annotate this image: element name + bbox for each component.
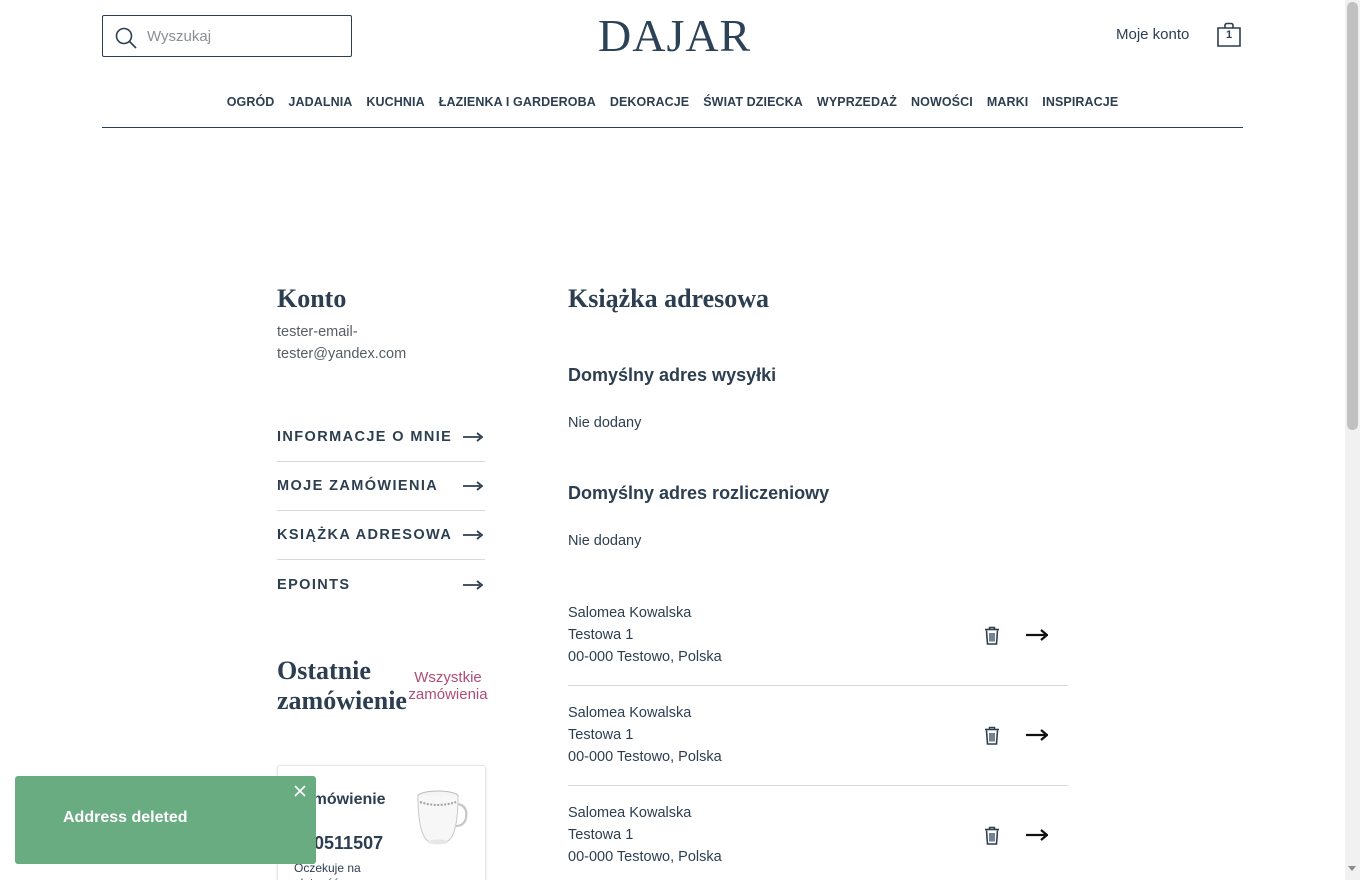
account-link[interactable]: Moje konto: [1116, 26, 1189, 43]
toast-notification: Address deleted: [15, 776, 316, 864]
arrow-right-icon: [463, 530, 483, 540]
address-list: Salomea Kowalska Testowa 1 00-000 Testow…: [568, 586, 1068, 880]
address-street: Testowa 1: [568, 827, 634, 843]
address-item: Salomea Kowalska Testowa 1 00-000 Testow…: [568, 586, 1068, 686]
default-billing-title: Domyślny adres rozliczeniowy: [568, 483, 830, 503]
address-item: Salomea Kowalska Testowa 1 00-000 Testow…: [568, 686, 1068, 786]
menu-item-my-orders[interactable]: MOJE ZAMÓWIENIA: [277, 462, 485, 511]
address-street: Testowa 1: [568, 727, 634, 743]
search-box[interactable]: [102, 15, 352, 57]
scroll-down-arrow-icon[interactable]: [1348, 866, 1356, 871]
menu-item-label: KSIĄŻKA ADRESOWA: [277, 527, 453, 543]
scrollbar-thumb[interactable]: [1347, 2, 1358, 430]
cart-count: 1: [1225, 29, 1233, 41]
address-item: Salomea Kowalska Testowa 1 00-000 Testow…: [568, 786, 1068, 880]
all-orders-link[interactable]: Wszystkie zamówienia: [404, 669, 492, 703]
sidebar-title: Konto: [277, 284, 347, 313]
arrow-right-icon[interactable]: [1026, 828, 1048, 842]
address-city: 00-000 Testowo, Polska: [568, 849, 722, 865]
address-name: Salomea Kowalska: [568, 605, 692, 621]
default-shipping-title: Domyślny adres wysyłki: [568, 365, 777, 385]
trash-icon[interactable]: [984, 626, 1000, 645]
nav-item-jadalnia[interactable]: JADALNIA: [288, 94, 352, 127]
nav-item-ogrod[interactable]: OGRÓD: [227, 94, 275, 127]
menu-item-label: EPOINTS: [277, 576, 351, 593]
menu-item-label: INFORMACJE O MNIE: [277, 429, 453, 445]
arrow-right-icon: [463, 432, 483, 442]
trash-icon[interactable]: [984, 726, 1000, 745]
menu-item-address-book[interactable]: KSIĄŻKA ADRESOWA: [277, 511, 485, 560]
search-input[interactable]: [147, 24, 343, 48]
nav-item-wyprzedaz[interactable]: WYPRZEDAŻ: [817, 94, 897, 127]
trash-icon[interactable]: [984, 826, 1000, 845]
address-text: Salomea Kowalska Testowa 1 00-000 Testow…: [568, 802, 722, 868]
address-text: Salomea Kowalska Testowa 1 00-000 Testow…: [568, 602, 722, 668]
address-city: 00-000 Testowo, Polska: [568, 749, 722, 765]
default-shipping-value: Nie dodany: [568, 415, 642, 431]
search-icon: [115, 27, 137, 49]
address-street: Testowa 1: [568, 627, 634, 643]
nav-item-inspiracje[interactable]: INSPIRACJE: [1042, 94, 1118, 127]
menu-item-label: MOJE ZAMÓWIENIA: [277, 478, 439, 494]
page-title: Książka adresowa: [568, 284, 770, 313]
arrow-right-icon: [463, 579, 483, 590]
address-city: 00-000 Testowo, Polska: [568, 649, 722, 665]
product-cup-image: [417, 790, 468, 845]
close-icon[interactable]: [291, 782, 309, 800]
page-scrollbar[interactable]: [1345, 0, 1360, 880]
default-billing-value: Nie dodany: [568, 533, 642, 549]
address-text: Salomea Kowalska Testowa 1 00-000 Testow…: [568, 702, 722, 768]
nav-item-nowosci[interactable]: NOWOŚCI: [911, 94, 973, 127]
menu-item-epoints[interactable]: EPOINTS: [277, 560, 485, 609]
nav-item-kuchnia[interactable]: KUCHNIA: [366, 94, 424, 127]
main-nav: OGRÓD JADALNIA KUCHNIA ŁAZIENKA I GARDER…: [102, 94, 1243, 128]
menu-item-about-me[interactable]: INFORMACJE O MNIE: [277, 413, 485, 462]
arrow-right-icon: [463, 481, 483, 491]
address-name: Salomea Kowalska: [568, 705, 692, 721]
address-name: Salomea Kowalska: [568, 805, 692, 821]
nav-item-swiat-dziecka[interactable]: ŚWIAT DZIECKA: [703, 94, 803, 127]
logo[interactable]: DAJAR: [598, 9, 751, 63]
toast-message: Address deleted: [63, 809, 188, 826]
nav-item-lazienka[interactable]: ŁAZIENKA I GARDEROBA: [439, 94, 596, 127]
cart-button[interactable]: 1: [1216, 22, 1242, 48]
nav-item-dekoracje[interactable]: DEKORACJE: [610, 94, 689, 127]
account-email: tester-email-tester@yandex.com: [277, 324, 407, 362]
account-menu: INFORMACJE O MNIE MOJE ZAMÓWIENIA KSIĄŻK…: [277, 413, 485, 609]
nav-item-marki[interactable]: MARKI: [987, 94, 1028, 127]
arrow-right-icon[interactable]: [1026, 628, 1048, 642]
arrow-right-icon[interactable]: [1026, 728, 1048, 742]
